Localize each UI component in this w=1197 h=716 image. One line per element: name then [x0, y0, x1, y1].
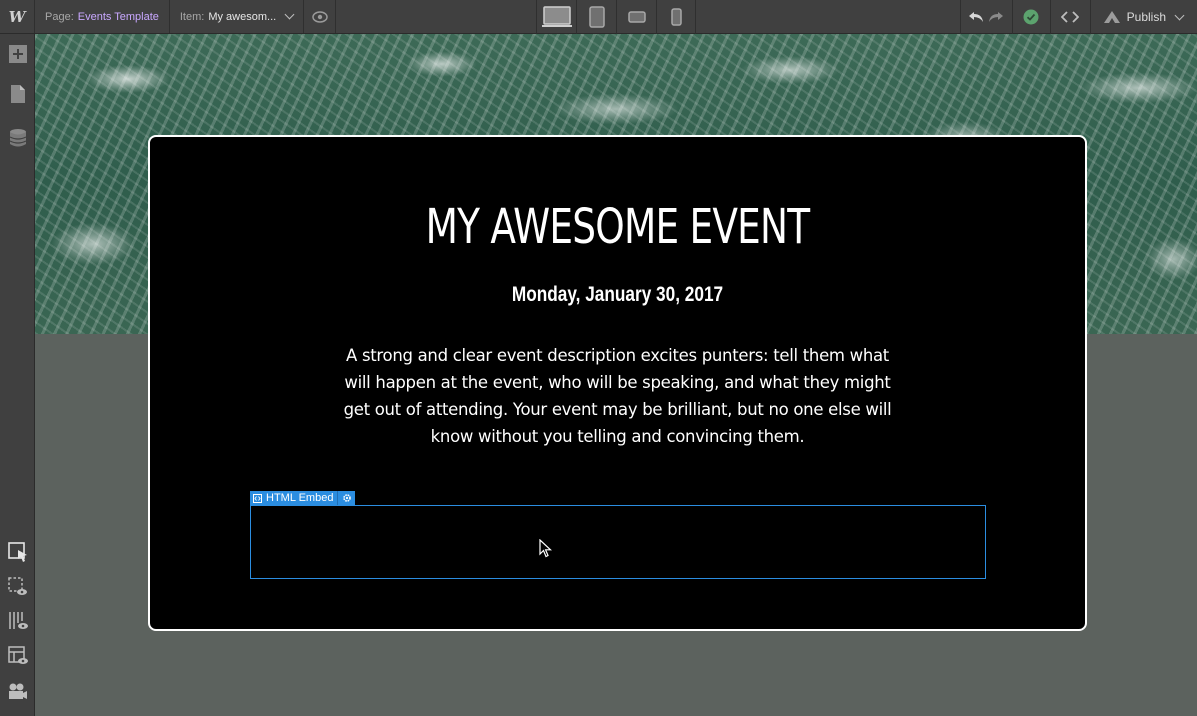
- embed-settings-button[interactable]: [337, 491, 355, 505]
- embed-icon: [253, 493, 262, 503]
- code-export-button[interactable]: [1049, 0, 1090, 34]
- right-toolbar: Publish: [959, 0, 1197, 34]
- device-desktop-button[interactable]: [536, 0, 576, 34]
- item-value: My awesom...: [208, 10, 277, 23]
- add-elements-button[interactable]: [7, 43, 29, 65]
- device-switcher: [536, 0, 696, 34]
- grid-overlay-button[interactable]: [7, 610, 29, 632]
- select-cursor-icon: [8, 542, 27, 562]
- page-selector[interactable]: Page: Events Template: [35, 0, 170, 33]
- pages-button[interactable]: [7, 83, 29, 105]
- columns-eye-icon: [9, 612, 28, 629]
- undo-redo-group: [959, 0, 1012, 34]
- layout-eye-icon: [8, 646, 28, 664]
- save-status[interactable]: [1011, 0, 1050, 34]
- left-toolbar: [0, 34, 35, 716]
- webflow-logo[interactable]: W: [0, 0, 35, 33]
- top-bar: W Page: Events Template Item: My awesom.…: [0, 0, 1197, 34]
- event-card[interactable]: MY AWESOME EVENT Monday, January 30, 201…: [148, 135, 1087, 631]
- publish-button[interactable]: Publish: [1089, 0, 1197, 34]
- dashed-box-eye-icon: [8, 577, 27, 595]
- video-icon: [9, 683, 27, 699]
- device-mobile-landscape-button[interactable]: [616, 0, 656, 34]
- eye-icon: [311, 10, 328, 23]
- page-value[interactable]: Events Template: [78, 11, 159, 23]
- page-icon: [11, 85, 25, 103]
- code-icon: [1061, 11, 1080, 23]
- check-circle-icon: [1023, 9, 1039, 25]
- mouse-cursor-icon: [539, 539, 552, 558]
- tablet-icon: [588, 6, 605, 28]
- page-label: Page:: [45, 10, 74, 23]
- preview-button[interactable]: [304, 0, 337, 33]
- gear-icon: [343, 494, 351, 502]
- device-tablet-button[interactable]: [576, 0, 616, 34]
- mobile-portrait-icon: [670, 8, 682, 26]
- publish-label: Publish: [1126, 10, 1166, 24]
- mobile-landscape-icon: [627, 11, 646, 23]
- event-description[interactable]: A strong and clear event description exc…: [335, 342, 900, 450]
- publish-icon: [1103, 11, 1120, 23]
- tutorials-button[interactable]: [7, 680, 29, 702]
- event-date[interactable]: Monday, January 30, 2017: [234, 283, 1001, 307]
- designer-canvas[interactable]: MY AWESOME EVENT Monday, January 30, 201…: [35, 34, 1197, 716]
- html-embed-box[interactable]: [250, 505, 986, 579]
- html-embed-tag[interactable]: HTML Embed: [250, 491, 356, 505]
- selector-tool-button[interactable]: [7, 541, 29, 563]
- x-ray-button[interactable]: [7, 645, 29, 667]
- html-embed-label: HTML Embed: [266, 492, 334, 504]
- item-label: Item:: [179, 10, 205, 23]
- show-element-edges-button[interactable]: [7, 576, 29, 598]
- item-selector[interactable]: Item: My awesom...: [170, 0, 305, 33]
- desktop-icon: [541, 6, 572, 27]
- cms-button[interactable]: [7, 127, 29, 149]
- html-embed-label-group: HTML Embed: [250, 491, 337, 505]
- chevron-down-icon: [1174, 10, 1185, 20]
- chevron-down-icon: [284, 9, 295, 20]
- plus-icon: [9, 45, 27, 63]
- database-icon: [9, 129, 27, 147]
- redo-icon[interactable]: [988, 11, 1004, 23]
- undo-icon[interactable]: [968, 11, 984, 23]
- device-mobile-portrait-button[interactable]: [656, 0, 696, 34]
- event-title[interactable]: MY AWESOME EVENT: [253, 199, 982, 255]
